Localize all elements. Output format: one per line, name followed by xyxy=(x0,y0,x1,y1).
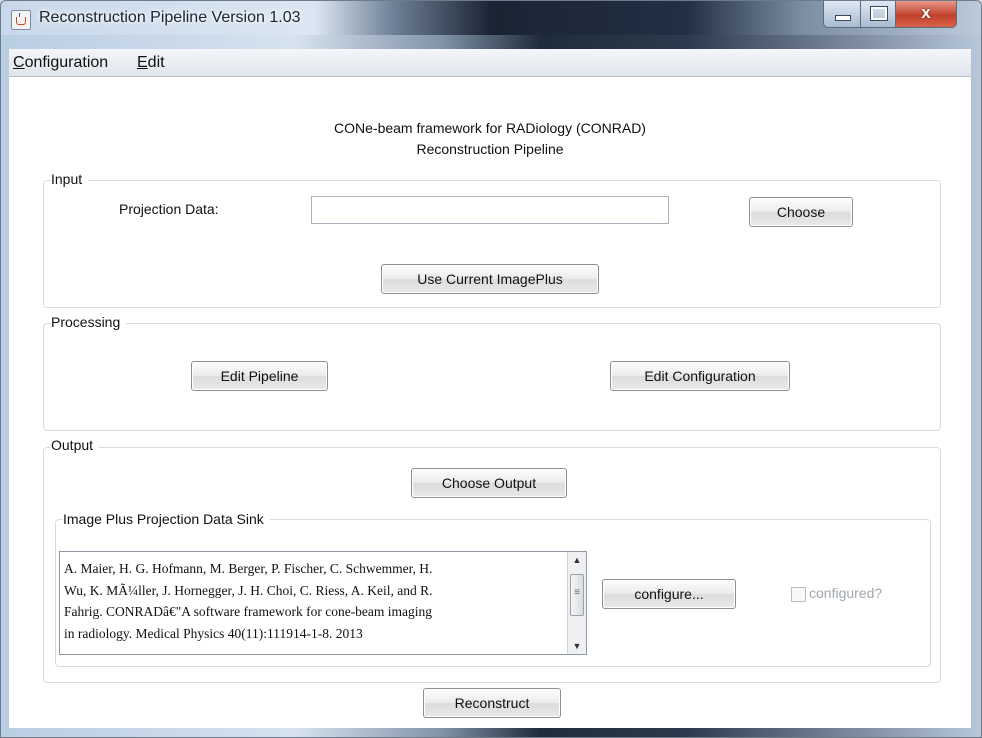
choose-output-button[interactable]: Choose Output xyxy=(411,468,567,498)
processing-group-title: Processing xyxy=(51,314,127,330)
menu-configuration[interactable]: Configuration xyxy=(13,54,108,72)
app-window: Reconstruction Pipeline Version 1.03 x C… xyxy=(0,0,982,738)
citation-text: A. Maier, H. G. Hofmann, M. Berger, P. F… xyxy=(64,558,548,644)
scroll-up-arrow-icon[interactable]: ▲ xyxy=(568,555,586,565)
minimize-button[interactable] xyxy=(823,1,861,28)
edit-configuration-button[interactable]: Edit Configuration xyxy=(610,361,790,391)
data-sink-title: Image Plus Projection Data Sink xyxy=(63,511,270,527)
configured-checkbox[interactable] xyxy=(791,587,806,602)
citation-line: A. Maier, H. G. Hofmann, M. Berger, P. F… xyxy=(64,561,433,576)
close-button[interactable]: x xyxy=(895,1,957,28)
configure-button[interactable]: configure... xyxy=(602,579,736,609)
use-current-imageplus-label: Use Current ImagePlus xyxy=(417,271,563,287)
output-group-title: Output xyxy=(51,437,100,453)
citation-textarea[interactable]: A. Maier, H. G. Hofmann, M. Berger, P. F… xyxy=(59,551,587,655)
framework-title: CONe-beam framework for RADiology (CONRA… xyxy=(334,120,646,136)
grip-icon: ≡ xyxy=(574,587,580,598)
edit-pipeline-label: Edit Pipeline xyxy=(220,368,299,384)
title-bar[interactable]: Reconstruction Pipeline Version 1.03 x xyxy=(1,1,981,35)
citation-line: Wu, K. MÃ¼ller, J. Hornegger, J. H. Choi… xyxy=(64,582,433,598)
configured-checkbox-label: configured? xyxy=(809,585,883,601)
minimize-icon xyxy=(835,15,851,21)
edit-configuration-label: Edit Configuration xyxy=(644,368,756,384)
close-icon: x xyxy=(921,3,931,22)
vertical-scrollbar[interactable]: ▲ ≡ ▼ xyxy=(567,552,586,654)
input-group-title: Input xyxy=(51,171,89,187)
reconstruct-button[interactable]: Reconstruct xyxy=(423,688,561,718)
choose-output-label: Choose Output xyxy=(441,475,537,491)
edit-pipeline-button[interactable]: Edit Pipeline xyxy=(191,361,328,391)
reconstruct-button-label: Reconstruct xyxy=(454,695,530,711)
citation-line: in radiology. Medical Physics 40(11):111… xyxy=(64,625,363,641)
projection-data-input[interactable] xyxy=(311,196,669,224)
maximize-button[interactable] xyxy=(860,1,896,28)
menu-bar: Configuration Edit xyxy=(9,49,971,77)
java-cup-icon[interactable] xyxy=(11,10,31,30)
window-title: Reconstruction Pipeline Version 1.03 xyxy=(39,9,301,26)
citation-line: Fahrig. CONRADâ€"A software framework fo… xyxy=(64,604,433,619)
processing-group xyxy=(43,323,941,431)
use-current-imageplus-button[interactable]: Use Current ImagePlus xyxy=(381,264,599,294)
scroll-down-arrow-icon[interactable]: ▼ xyxy=(568,641,586,651)
main-panel: CONe-beam framework for RADiology (CONRA… xyxy=(9,77,972,728)
configure-button-label: configure... xyxy=(634,586,704,602)
projection-data-label: Projection Data: xyxy=(119,201,219,217)
choose-button[interactable]: Choose xyxy=(749,197,853,227)
menu-edit[interactable]: Edit xyxy=(137,54,165,72)
choose-button-label: Choose xyxy=(776,204,826,220)
scrollbar-thumb[interactable]: ≡ xyxy=(570,574,584,616)
java-cup-shape xyxy=(16,17,26,25)
maximize-icon xyxy=(870,6,888,21)
pipeline-subtitle: Reconstruction Pipeline xyxy=(416,141,564,157)
